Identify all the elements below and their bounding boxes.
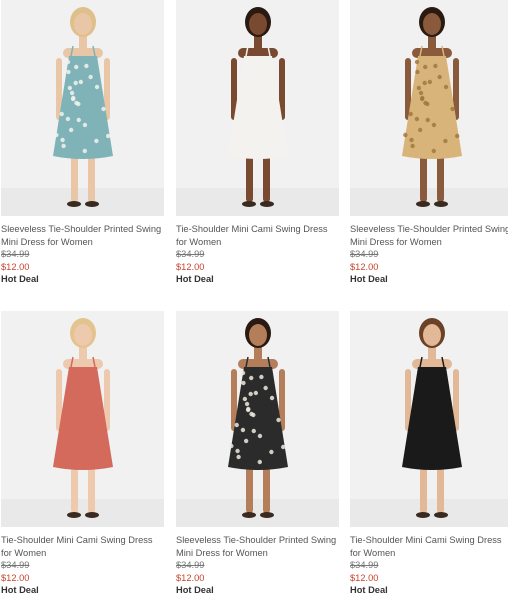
sale-price: $12.00 [1, 261, 30, 272]
deal-badge: Hot Deal [350, 585, 388, 595]
product-image[interactable] [1, 311, 164, 527]
product-title[interactable]: Sleeveless Tie-Shoulder Printed Swing Mi… [176, 534, 339, 559]
model-illustration [402, 7, 462, 207]
product-card[interactable]: Sleeveless Tie-Shoulder Printed Swing Mi… [176, 311, 339, 597]
product-card[interactable]: Tie-Shoulder Mini Cami Swing Dress for W… [350, 311, 508, 597]
product-title[interactable]: Sleeveless Tie-Shoulder Printed Swing Mi… [350, 223, 508, 248]
original-price: $34.99 [1, 249, 30, 259]
product-title[interactable]: Tie-Shoulder Mini Cami Swing Dress for W… [176, 223, 339, 248]
sale-price: $12.00 [1, 572, 30, 583]
deal-badge: Hot Deal [1, 274, 39, 284]
product-image[interactable] [350, 311, 508, 527]
original-price: $34.99 [1, 560, 30, 570]
sale-price: $12.00 [350, 261, 379, 272]
product-card[interactable]: Sleeveless Tie-Shoulder Printed Swing Mi… [350, 0, 508, 286]
model-illustration [228, 7, 288, 207]
deal-badge: Hot Deal [176, 274, 214, 284]
product-card[interactable]: Tie-Shoulder Mini Cami Swing Dress for W… [176, 0, 339, 286]
model-illustration [228, 318, 288, 518]
product-image[interactable] [350, 0, 508, 216]
sale-price: $12.00 [176, 572, 205, 583]
product-card[interactable]: Sleeveless Tie-Shoulder Printed Swing Mi… [1, 0, 164, 286]
product-image[interactable] [176, 0, 339, 216]
sale-price: $12.00 [350, 572, 379, 583]
original-price: $34.99 [350, 249, 379, 259]
model-illustration [53, 318, 113, 518]
deal-badge: Hot Deal [176, 585, 214, 595]
original-price: $34.99 [350, 560, 379, 570]
product-card[interactable]: Tie-Shoulder Mini Cami Swing Dress for W… [1, 311, 164, 597]
deal-badge: Hot Deal [350, 274, 388, 284]
product-title[interactable]: Sleeveless Tie-Shoulder Printed Swing Mi… [1, 223, 164, 248]
deal-badge: Hot Deal [1, 585, 39, 595]
product-title[interactable]: Tie-Shoulder Mini Cami Swing Dress for W… [1, 534, 164, 559]
product-title[interactable]: Tie-Shoulder Mini Cami Swing Dress for W… [350, 534, 508, 559]
original-price: $34.99 [176, 249, 205, 259]
model-illustration [53, 7, 113, 207]
original-price: $34.99 [176, 560, 205, 570]
product-image[interactable] [176, 311, 339, 527]
model-illustration [402, 318, 462, 518]
sale-price: $12.00 [176, 261, 205, 272]
product-image[interactable] [1, 0, 164, 216]
